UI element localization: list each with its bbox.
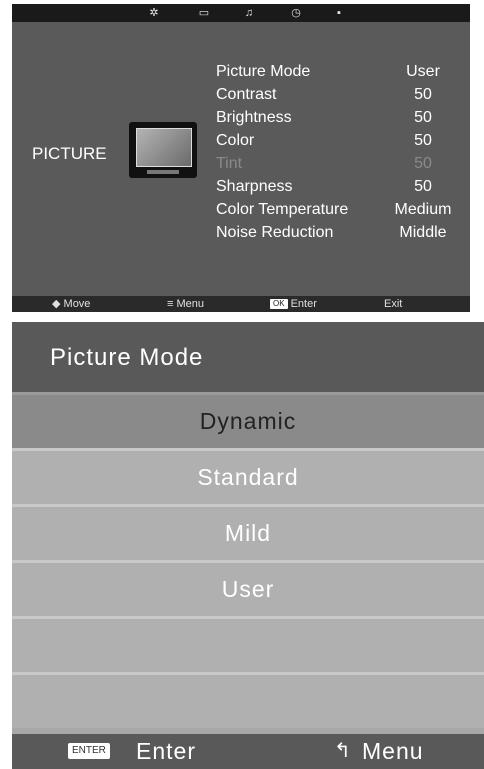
- tv-stand-graphic: [147, 170, 179, 174]
- menu-item-value: 50: [414, 178, 432, 195]
- menu-item-value: Middle: [399, 224, 447, 241]
- move-hint-label: Move: [63, 298, 91, 310]
- menu-item-label: Brightness: [216, 109, 292, 126]
- menu-item-color[interactable]: Color 50: [216, 129, 470, 152]
- menu-item-value: User: [406, 63, 440, 80]
- enter-key-icon: ENTER: [68, 743, 110, 759]
- menu-hint: ≡ Menu: [167, 296, 204, 312]
- option-empty: [12, 616, 484, 672]
- monitor-icon[interactable]: ▭: [197, 6, 211, 20]
- menu-item-noise-reduction[interactable]: Noise Reduction Middle: [216, 221, 470, 244]
- move-arrows-icon: ◆: [52, 298, 61, 310]
- menu-item-value: 50: [414, 132, 432, 149]
- submenu-title: Picture Mode: [50, 344, 204, 371]
- menu-item-contrast[interactable]: Contrast 50: [216, 83, 470, 106]
- option-user[interactable]: User: [12, 560, 484, 616]
- tv-icon: [129, 122, 197, 178]
- menu-item-color-temperature[interactable]: Color Temperature Medium: [216, 198, 470, 221]
- option-empty: [12, 672, 484, 728]
- menu-hint-label: Menu: [176, 298, 205, 310]
- tv-screen-graphic: [136, 128, 192, 167]
- menu-item-label: Tint: [216, 155, 243, 172]
- move-hint: ◆ Move: [52, 296, 90, 312]
- back-arrow-icon: ↰: [334, 740, 351, 762]
- menu-icon: ≡: [167, 298, 174, 310]
- enter-hint-label: Enter: [290, 298, 317, 310]
- submenu-header: Picture Mode: [12, 322, 484, 392]
- menu-item-label: Sharpness: [216, 178, 293, 195]
- section-title: PICTURE: [32, 144, 107, 163]
- menu-item-label: Color Temperature: [216, 201, 349, 218]
- option-standard[interactable]: Standard: [12, 448, 484, 504]
- menu-item-sharpness[interactable]: Sharpness 50: [216, 175, 470, 198]
- enter-hint-label: Enter: [136, 738, 196, 764]
- menu-item-label: Color: [216, 132, 255, 149]
- menu-item-label: Noise Reduction: [216, 224, 334, 241]
- menu-item-picture-mode[interactable]: Picture Mode User: [216, 60, 470, 83]
- osd-panel: ✲ ▭ ♫ ◷ ▪ PICTURE Picture Mode User Cont…: [12, 4, 470, 312]
- menu-item-brightness[interactable]: Brightness 50: [216, 106, 470, 129]
- osd-footer: ◆ Move ≡ Menu OK Enter Exit: [12, 296, 470, 312]
- menu-item-value: 50: [414, 155, 432, 172]
- exit-hint: Exit: [384, 296, 402, 312]
- menu-item-value: 50: [414, 86, 432, 103]
- menu-item-label: Picture Mode: [216, 63, 311, 80]
- grid-icon[interactable]: ▪: [332, 6, 346, 20]
- music-note-icon[interactable]: ♫: [242, 6, 256, 20]
- menu-item-value: 50: [414, 109, 432, 126]
- option-dynamic[interactable]: Dynamic: [12, 392, 484, 448]
- enter-hint: OK Enter: [270, 296, 317, 312]
- menu-item-label: Contrast: [216, 86, 277, 103]
- menu-hint-label: Menu: [362, 738, 424, 764]
- clock-icon[interactable]: ◷: [289, 6, 303, 20]
- sun-icon[interactable]: ✲: [147, 6, 161, 20]
- submenu-footer: ENTER Enter ↰ Menu: [12, 734, 484, 769]
- menu-item-value: Medium: [394, 201, 452, 218]
- osd-tab-bar: ✲ ▭ ♫ ◷ ▪: [12, 4, 470, 22]
- option-mild[interactable]: Mild: [12, 504, 484, 560]
- menu-item-tint: Tint 50: [216, 152, 470, 175]
- ok-key-icon: OK: [270, 299, 288, 310]
- picture-mode-submenu: Picture Mode Dynamic Standard Mild User …: [12, 322, 484, 769]
- exit-hint-label: Exit: [384, 298, 403, 310]
